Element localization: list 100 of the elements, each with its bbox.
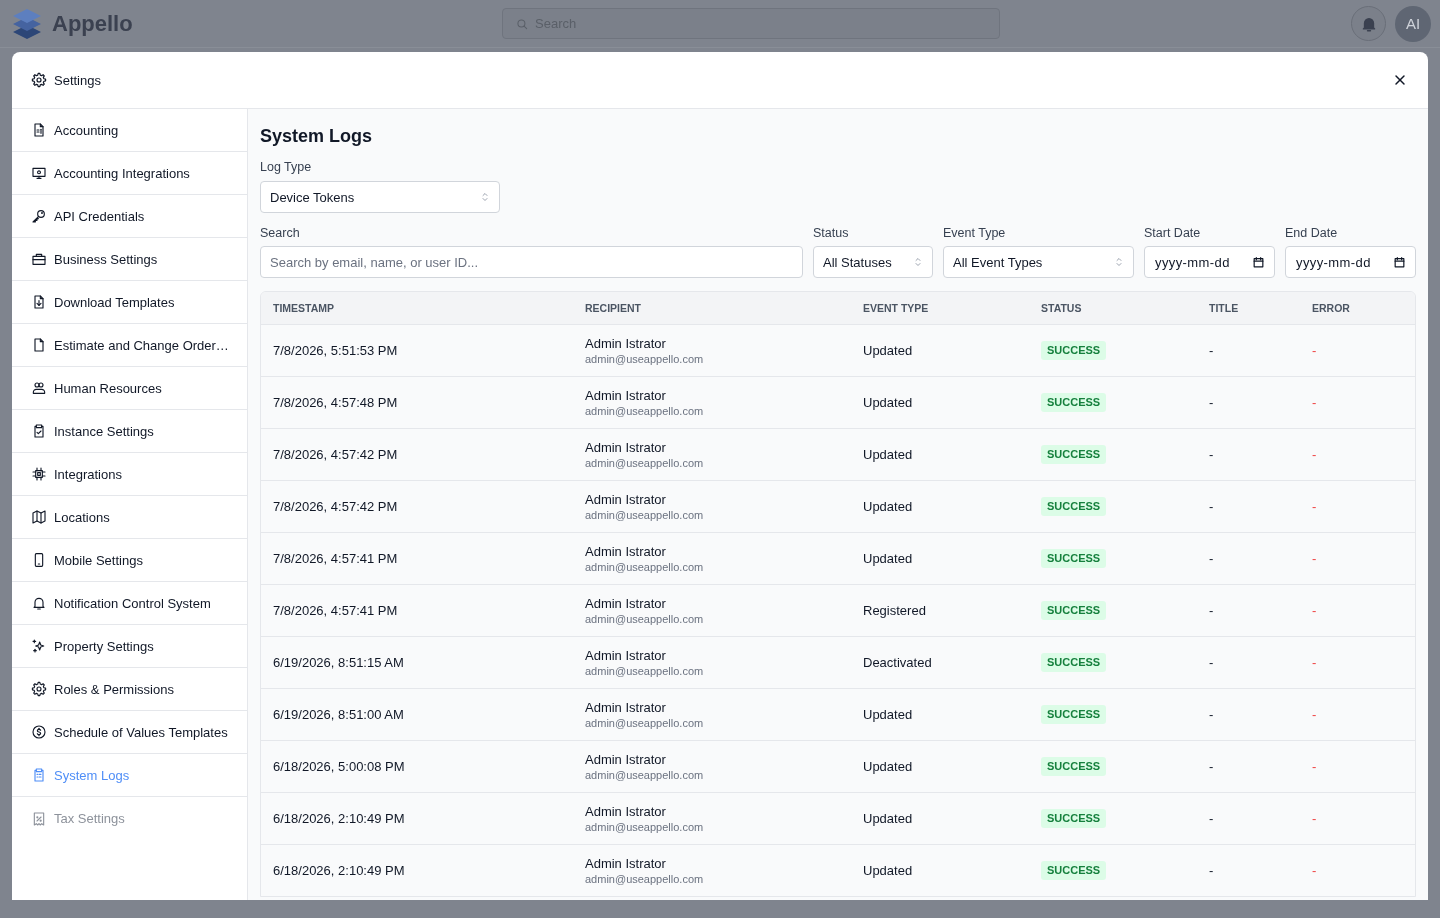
status-badge: SUCCESS bbox=[1041, 757, 1107, 776]
timestamp-text: 7/8/2026, 4:57:42 PM bbox=[273, 499, 398, 514]
status-badge: SUCCESS bbox=[1041, 341, 1107, 360]
field-label: Status bbox=[813, 225, 849, 241]
timestamp-text: 6/18/2026, 5:00:08 PM bbox=[273, 759, 405, 774]
sidebar-item[interactable]: Instance Settings bbox=[12, 410, 247, 453]
event-type-text: Updated bbox=[863, 447, 913, 462]
sidebar-item[interactable]: Accounting Integrations bbox=[12, 152, 247, 195]
recipient-email: admin@useappello.com bbox=[585, 613, 704, 625]
sidebar-item[interactable]: Estimate and Change Order… bbox=[12, 324, 247, 367]
timestamp-text: 7/8/2026, 4:57:42 PM bbox=[273, 447, 398, 462]
recipient-name: Admin Istrator bbox=[585, 596, 666, 611]
recipient-name: Admin Istrator bbox=[585, 752, 666, 767]
recipient-email: admin@useappello.com bbox=[585, 821, 704, 833]
sidebar-item[interactable]: API Credentials bbox=[12, 195, 247, 238]
status-badge: SUCCESS bbox=[1041, 705, 1107, 724]
recipient-email: admin@useappello.com bbox=[585, 353, 704, 365]
search-field[interactable]: Search by email, name, or user ID... bbox=[260, 246, 803, 278]
recipient-name: Admin Istrator bbox=[585, 648, 666, 663]
recipient-email: admin@useappello.com bbox=[585, 717, 704, 729]
chevron-up-down-icon bbox=[912, 256, 924, 268]
timestamp-text: 6/19/2026, 8:51:00 AM bbox=[273, 707, 404, 722]
recipient-name: Admin Istrator bbox=[585, 700, 666, 715]
column-header: EVENT TYPE bbox=[863, 302, 930, 314]
column-header: ERROR bbox=[1312, 302, 1351, 314]
title-text: - bbox=[1209, 655, 1214, 670]
recipient-name: Admin Istrator bbox=[585, 856, 666, 871]
sidebar-item[interactable]: Human Resources bbox=[12, 367, 247, 410]
recipient-name: Admin Istrator bbox=[585, 492, 666, 507]
recipient-email: admin@useappello.com bbox=[585, 769, 704, 781]
sidebar-item[interactable]: Notification Control System bbox=[12, 582, 247, 625]
field-label: End Date bbox=[1285, 225, 1338, 241]
receipt-percent-icon bbox=[31, 810, 47, 827]
sidebar-item[interactable]: Mobile Settings bbox=[12, 539, 247, 582]
error-text: - bbox=[1312, 759, 1317, 774]
recipient-name: Admin Istrator bbox=[585, 544, 666, 559]
log-type-select[interactable]: Device Tokens bbox=[260, 181, 500, 213]
chip-icon bbox=[31, 466, 47, 482]
status-badge: SUCCESS bbox=[1041, 497, 1107, 516]
user-avatar[interactable]: AI bbox=[1395, 5, 1431, 42]
error-text: - bbox=[1312, 863, 1317, 878]
clipboard-list-icon bbox=[31, 767, 47, 783]
field-label: Search bbox=[260, 225, 300, 241]
status-badge: SUCCESS bbox=[1041, 653, 1107, 672]
title-text: - bbox=[1209, 551, 1214, 566]
timestamp-text: 6/18/2026, 2:10:49 PM bbox=[273, 811, 405, 826]
status-badge: SUCCESS bbox=[1041, 601, 1107, 620]
sidebar-item[interactable]: Integrations bbox=[12, 453, 247, 496]
app-name: Appello bbox=[52, 10, 133, 37]
notifications-button[interactable] bbox=[1351, 6, 1386, 41]
sidebar-item[interactable]: Accounting bbox=[12, 109, 247, 152]
event-type-text: Updated bbox=[863, 811, 913, 826]
status-badge: SUCCESS bbox=[1041, 861, 1107, 880]
monitor-icon bbox=[31, 165, 47, 181]
briefcase-icon bbox=[31, 251, 47, 267]
recipient-email: admin@useappello.com bbox=[585, 457, 704, 469]
bell-icon bbox=[31, 595, 47, 611]
timestamp-text: 6/19/2026, 8:51:15 AM bbox=[273, 655, 404, 670]
status-select[interactable]: All Statuses bbox=[813, 246, 933, 278]
error-text: - bbox=[1312, 447, 1317, 462]
timestamp-text: 6/18/2026, 2:10:49 PM bbox=[273, 863, 405, 878]
title-text: - bbox=[1209, 707, 1214, 722]
field-label: Event Type bbox=[943, 225, 1006, 241]
users-icon bbox=[31, 380, 47, 396]
column-header: TIMESTAMP bbox=[273, 302, 336, 314]
start-date-field[interactable]: yyyy-mm-dd bbox=[1144, 246, 1275, 278]
clipboard-check-icon bbox=[31, 423, 47, 439]
field-label: Start Date bbox=[1144, 225, 1201, 241]
timestamp-text: 7/8/2026, 4:57:41 PM bbox=[273, 551, 398, 566]
end-date-field[interactable]: yyyy-mm-dd bbox=[1285, 246, 1416, 278]
title-text: - bbox=[1209, 395, 1214, 410]
error-text: - bbox=[1312, 343, 1317, 358]
document-icon bbox=[31, 122, 47, 138]
dollar-circle-icon bbox=[31, 724, 47, 740]
sidebar-item[interactable]: Download Templates bbox=[12, 281, 247, 324]
sparkles-icon bbox=[31, 638, 47, 654]
sidebar-item[interactable]: Schedule of Values Templates bbox=[12, 711, 247, 754]
timestamp-text: 7/8/2026, 4:57:41 PM bbox=[273, 603, 398, 618]
status-badge: SUCCESS bbox=[1041, 809, 1107, 828]
recipient-name: Admin Istrator bbox=[585, 336, 666, 351]
error-text: - bbox=[1312, 707, 1317, 722]
file-download-icon bbox=[31, 294, 47, 310]
title-text: - bbox=[1209, 603, 1214, 618]
settings-icon bbox=[31, 72, 47, 88]
recipient-email: admin@useappello.com bbox=[585, 873, 704, 885]
sidebar-item[interactable]: Roles & Permissions bbox=[12, 668, 247, 711]
error-text: - bbox=[1312, 551, 1317, 566]
event-type-text: Updated bbox=[863, 343, 913, 358]
sidebar-item[interactable]: Locations bbox=[12, 496, 247, 539]
event-type-text: Updated bbox=[863, 863, 913, 878]
page-title: System Logs bbox=[260, 125, 374, 148]
sidebar-item[interactable]: Business Settings bbox=[12, 238, 247, 281]
event-type-text: Updated bbox=[863, 499, 913, 514]
error-text: - bbox=[1312, 603, 1317, 618]
error-text: - bbox=[1312, 499, 1317, 514]
close-icon bbox=[1392, 72, 1408, 88]
status-badge: SUCCESS bbox=[1041, 445, 1107, 464]
sidebar-item[interactable]: Property Settings bbox=[12, 625, 247, 668]
event-type-select[interactable]: All Event Types bbox=[943, 246, 1134, 278]
error-text: - bbox=[1312, 811, 1317, 826]
